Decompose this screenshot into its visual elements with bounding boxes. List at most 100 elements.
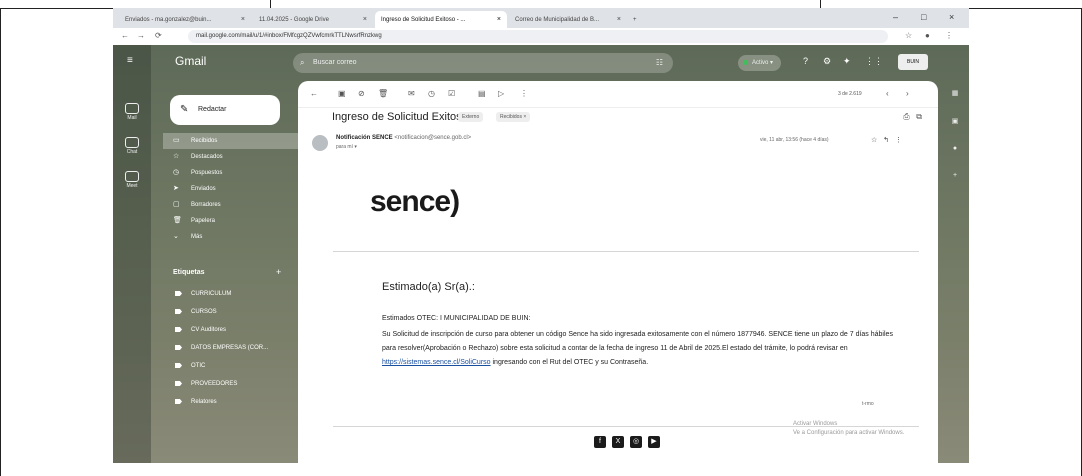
calendar-icon[interactable]: ▦ <box>946 89 964 97</box>
more-icon[interactable]: ⋮ <box>520 89 528 98</box>
nav-label: Recibidos <box>191 138 218 144</box>
maximize-button[interactable]: □ <box>921 12 926 22</box>
nav-papelera[interactable]: 🗑 Papelera <box>163 213 293 229</box>
keep-icon[interactable]: ▣ <box>946 117 964 125</box>
search-input[interactable]: ⌕ Buscar correo ☷ <box>293 53 673 73</box>
inbox-label-chip[interactable]: Recibidos × <box>496 112 531 122</box>
label-item[interactable]: PROVEEDORES <box>163 375 293 393</box>
activation-title: Activar Windows <box>793 421 838 427</box>
video-icon <box>125 171 139 182</box>
add-task-icon[interactable]: ☑ <box>448 89 455 98</box>
nav-recibidos[interactable]: ▭ Recibidos <box>163 133 311 149</box>
nav-destacados[interactable]: ☆ Destacados <box>163 149 293 165</box>
forward-icon[interactable]: → <box>137 31 145 40</box>
label-text: OTIC <box>191 363 206 369</box>
delete-icon[interactable]: 🗑 <box>378 89 388 98</box>
gemini-icon[interactable]: ✦ <box>843 56 851 67</box>
filter-icon[interactable]: ☷ <box>656 53 663 73</box>
rail-chat[interactable]: Chat <box>119 137 145 155</box>
account-avatar[interactable]: BUIN <box>898 54 928 70</box>
label-item[interactable]: DATOS EMPRESAS (COR... <box>163 339 293 357</box>
hamburger-menu-icon[interactable]: ≡ <box>127 55 133 66</box>
body-text: ingresando con el Rut del OTEC y su Cont… <box>492 359 649 366</box>
bookmark-star-icon[interactable]: ☆ <box>905 31 912 40</box>
rail-label: Chat <box>126 149 138 155</box>
body-text: Su Solicitud de inscripción de curso par… <box>382 331 893 352</box>
frame-divider <box>820 0 821 8</box>
next-icon[interactable]: › <box>906 89 909 98</box>
x-icon[interactable]: X <box>612 436 624 448</box>
label-icon[interactable]: ▷ <box>498 89 504 98</box>
tab-label: Correo de Municipalidad de B... <box>515 16 600 23</box>
help-icon[interactable]: ? <box>803 56 808 66</box>
youtube-icon[interactable]: ▶ <box>648 436 660 448</box>
tab-ingreso[interactable]: Ingreso de Solicitud Exitoso - ... × <box>375 11 507 28</box>
menu-icon[interactable]: ⋮ <box>945 31 953 40</box>
label-item[interactable]: Relatores <box>163 393 293 411</box>
tab-enviados[interactable]: Enviados - ma.gonzalez@buin... × <box>119 11 251 28</box>
move-to-icon[interactable]: ▤ <box>478 89 486 98</box>
gmail-app: ≡ Mail Chat Meet Gmail ⌕ Buscar correo ☷… <box>113 45 969 463</box>
label-tag-icon <box>175 345 182 350</box>
label-item[interactable]: CV Auditores <box>163 321 293 339</box>
compose-button[interactable]: ✎ Redactar <box>170 95 280 125</box>
facebook-icon[interactable]: f <box>594 436 606 448</box>
tab-label: Enviados - ma.gonzalez@buin... <box>125 16 212 23</box>
rail-mail[interactable]: Mail <box>119 103 145 121</box>
chevron-down-icon: ⌄ <box>173 233 179 240</box>
label-text: CV Auditores <box>191 327 227 333</box>
new-tab-button[interactable]: + <box>627 11 643 28</box>
report-spam-icon[interactable]: ⊘ <box>358 89 365 98</box>
rail-meet[interactable]: Meet <box>119 171 145 189</box>
mark-unread-icon[interactable]: ✉ <box>408 89 415 98</box>
close-icon[interactable]: × <box>611 16 621 23</box>
pagination: 3 de 2.619 <box>838 91 862 97</box>
gear-icon[interactable]: ⚙ <box>823 56 831 67</box>
tab-drive[interactable]: 11.04.2025 - Google Drive × <box>253 11 373 28</box>
nav-pospuestos[interactable]: ◷ Pospuestos <box>163 165 293 181</box>
email-subject: Ingreso de Solicitud Exitoso <box>332 111 468 123</box>
prev-icon[interactable]: ‹ <box>886 89 889 98</box>
close-icon[interactable]: × <box>491 16 501 23</box>
archive-icon[interactable]: ▣ <box>338 89 346 98</box>
reply-icon[interactable]: ↰ <box>883 137 889 144</box>
instagram-icon[interactable]: ◎ <box>630 436 642 448</box>
reload-icon[interactable]: ⟳ <box>155 31 162 40</box>
label-item[interactable]: CURSOS <box>163 303 293 321</box>
address-bar[interactable]: mail.google.com/mail/u/1/#inbox/FMfcgzQZ… <box>188 30 888 43</box>
close-window-button[interactable]: × <box>949 12 954 22</box>
profile-icon[interactable]: ● <box>925 31 930 40</box>
search-icon[interactable]: ⌕ <box>300 53 304 73</box>
label-tag-icon <box>175 363 182 368</box>
label-text: CURRICULUM <box>191 291 232 297</box>
nav-enviados[interactable]: ➤ Enviados <box>163 181 293 197</box>
add-label-icon[interactable]: + <box>276 267 281 277</box>
status-toggle[interactable]: Activo ▾ <box>738 55 782 71</box>
more-icon[interactable]: ⋮ <box>895 137 902 144</box>
gmail-logo[interactable]: Gmail <box>175 54 206 68</box>
star-icon[interactable]: ☆ <box>871 137 877 144</box>
snooze-icon[interactable]: ◷ <box>428 89 435 98</box>
browser-toolbar: ← → ⟳ mail.google.com/mail/u/1/#inbox/FM… <box>113 28 969 46</box>
sence-logo: sence) <box>370 185 460 218</box>
tab-correo-municipalidad[interactable]: Correo de Municipalidad de B... × <box>509 11 627 28</box>
open-new-window-icon[interactable]: ⧉ <box>916 112 922 121</box>
back-arrow-icon[interactable]: ← <box>310 89 318 98</box>
label-text: DATOS EMPRESAS (COR... <box>191 345 269 351</box>
minimize-button[interactable]: – <box>893 12 898 22</box>
close-icon[interactable]: × <box>357 16 367 23</box>
label-item[interactable]: OTIC <box>163 357 293 375</box>
label-item[interactable]: CURRICULUM <box>163 285 293 303</box>
tasks-icon[interactable]: ● <box>946 145 964 152</box>
close-icon[interactable]: × <box>235 16 245 23</box>
mail-nav: ▭ Recibidos ☆ Destacados ◷ Pospuestos ➤ Envi… <box>163 133 311 245</box>
email-date: vie, 11 abr, 13:56 (hace 4 días) <box>760 137 829 143</box>
apps-grid-icon[interactable]: ⋮⋮ <box>865 56 883 67</box>
nav-mas[interactable]: ⌄ Más <box>163 229 293 245</box>
print-icon[interactable]: ⎙ <box>903 112 909 121</box>
solicurso-link[interactable]: https://sistemas.sence.cl/SoliCurso <box>382 359 491 366</box>
nav-borradores[interactable]: ▢ Borradores <box>163 197 293 213</box>
add-addon-icon[interactable]: + <box>946 172 964 179</box>
recipient-line[interactable]: para mí ▾ <box>336 144 357 150</box>
back-icon[interactable]: ← <box>121 31 129 40</box>
